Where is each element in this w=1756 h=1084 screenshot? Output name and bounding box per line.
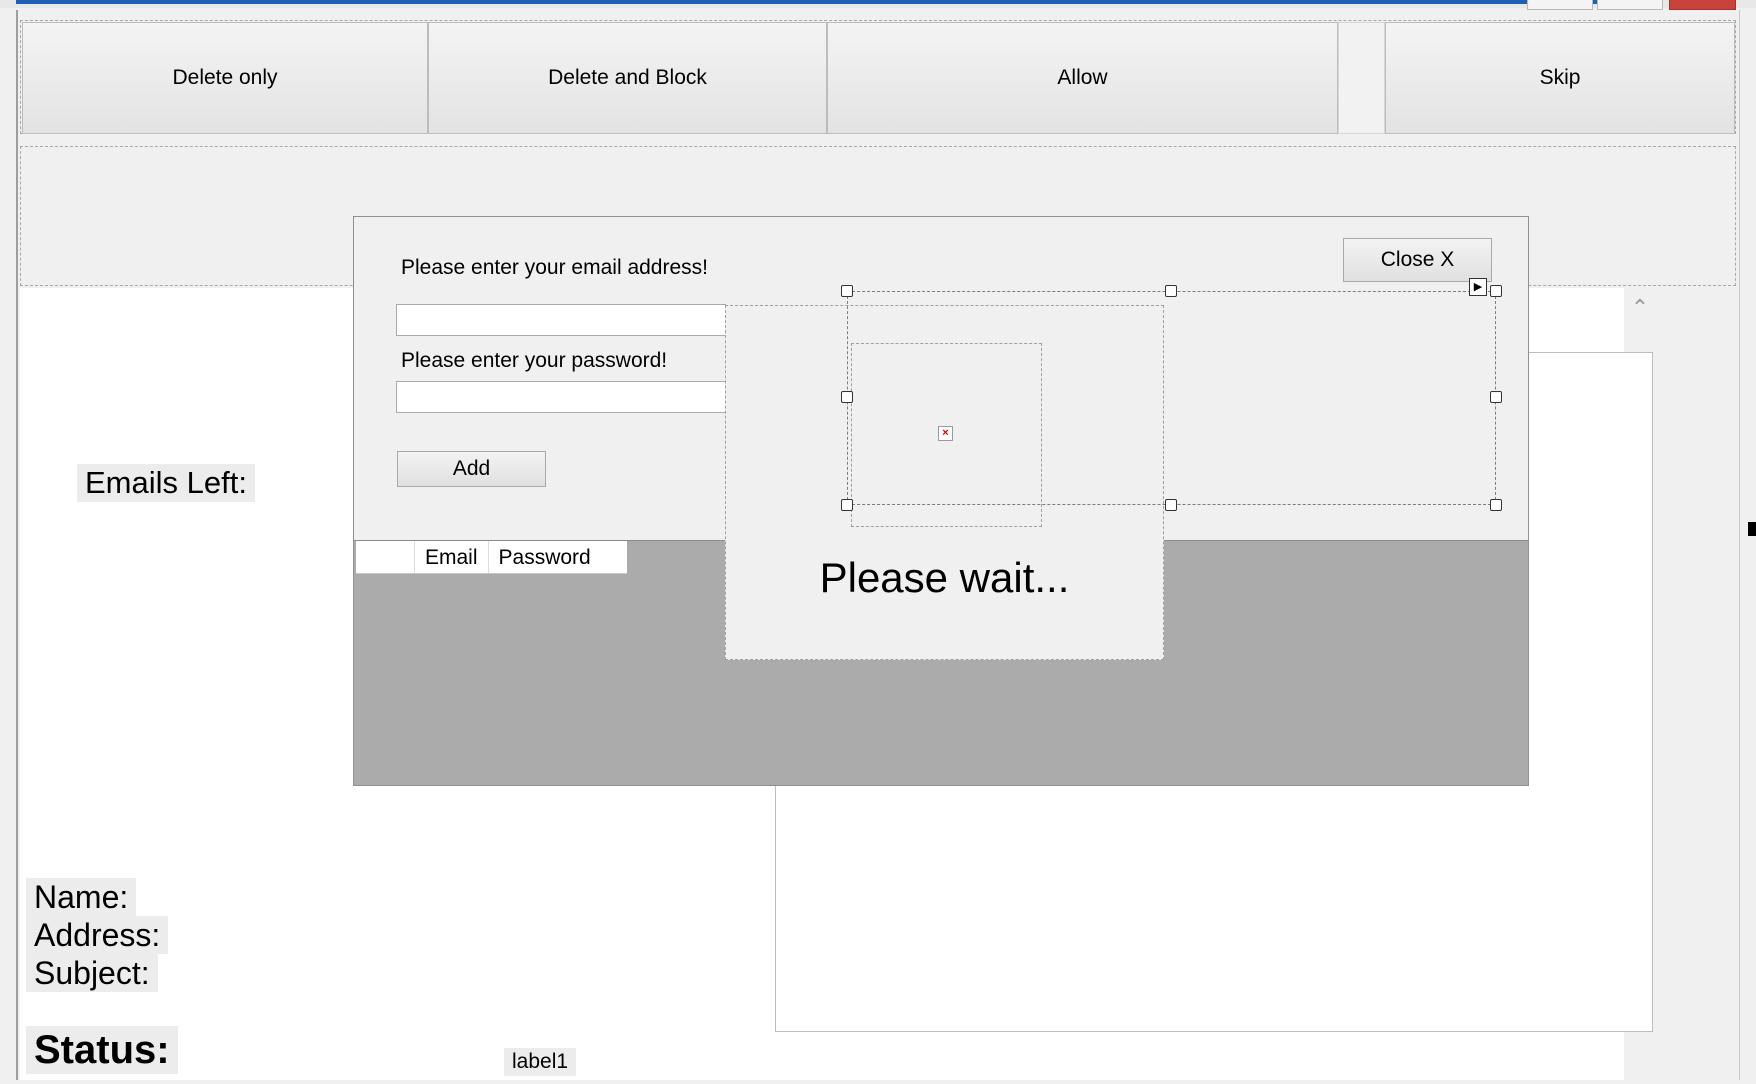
resize-handle-bottom[interactable] (1165, 499, 1177, 511)
resize-handle-bottom-left[interactable] (841, 499, 853, 511)
grid-row-header-corner[interactable] (356, 541, 415, 573)
action-bar-spacer (1338, 22, 1385, 134)
emails-left-label: Emails Left: (77, 464, 255, 502)
maximize-button[interactable] (1597, 0, 1663, 10)
grid-header-row: Email Password (356, 541, 627, 574)
grid-column-password[interactable]: Password (489, 541, 601, 573)
email-prompt-label: Please enter your email address! (401, 256, 708, 279)
delete-and-block-button[interactable]: Delete and Block (428, 22, 827, 134)
designer-selection-box[interactable] (847, 291, 1496, 505)
password-prompt-label: Please enter your password! (401, 349, 668, 372)
name-label: Name: (26, 878, 137, 916)
address-label: Address: (26, 916, 169, 954)
status-label: Status: (26, 1026, 178, 1074)
resize-handle-left[interactable] (841, 391, 853, 403)
add-button[interactable]: Add (397, 451, 546, 487)
skip-button[interactable]: Skip (1385, 22, 1735, 134)
label1-label: label1 (504, 1048, 577, 1076)
grid-column-email[interactable]: Email (415, 541, 489, 573)
subject-label: Subject: (26, 954, 158, 992)
resize-handle-bottom-right[interactable] (1490, 499, 1502, 511)
password-field[interactable] (396, 381, 726, 413)
delete-only-button[interactable]: Delete only (22, 22, 428, 134)
resize-handle-top-left[interactable] (841, 285, 853, 297)
resize-handle-top-right[interactable] (1490, 285, 1502, 297)
email-field[interactable] (396, 304, 726, 336)
window-close-button[interactable] (1669, 0, 1736, 10)
smart-tag-arrow-icon[interactable]: ▶ (1469, 278, 1487, 296)
minimize-button[interactable] (1527, 0, 1593, 10)
close-dialog-button[interactable]: Close X (1343, 238, 1492, 282)
chevron-up-icon[interactable]: ⌃ (1630, 297, 1650, 319)
resize-handle-top[interactable] (1165, 285, 1177, 297)
allow-button[interactable]: Allow (827, 22, 1338, 134)
please-wait-message: Please wait... (819, 554, 1070, 601)
window-title-accent (16, 0, 1636, 4)
resize-handle-right[interactable] (1490, 391, 1502, 403)
form-resize-handle[interactable] (1748, 522, 1756, 536)
